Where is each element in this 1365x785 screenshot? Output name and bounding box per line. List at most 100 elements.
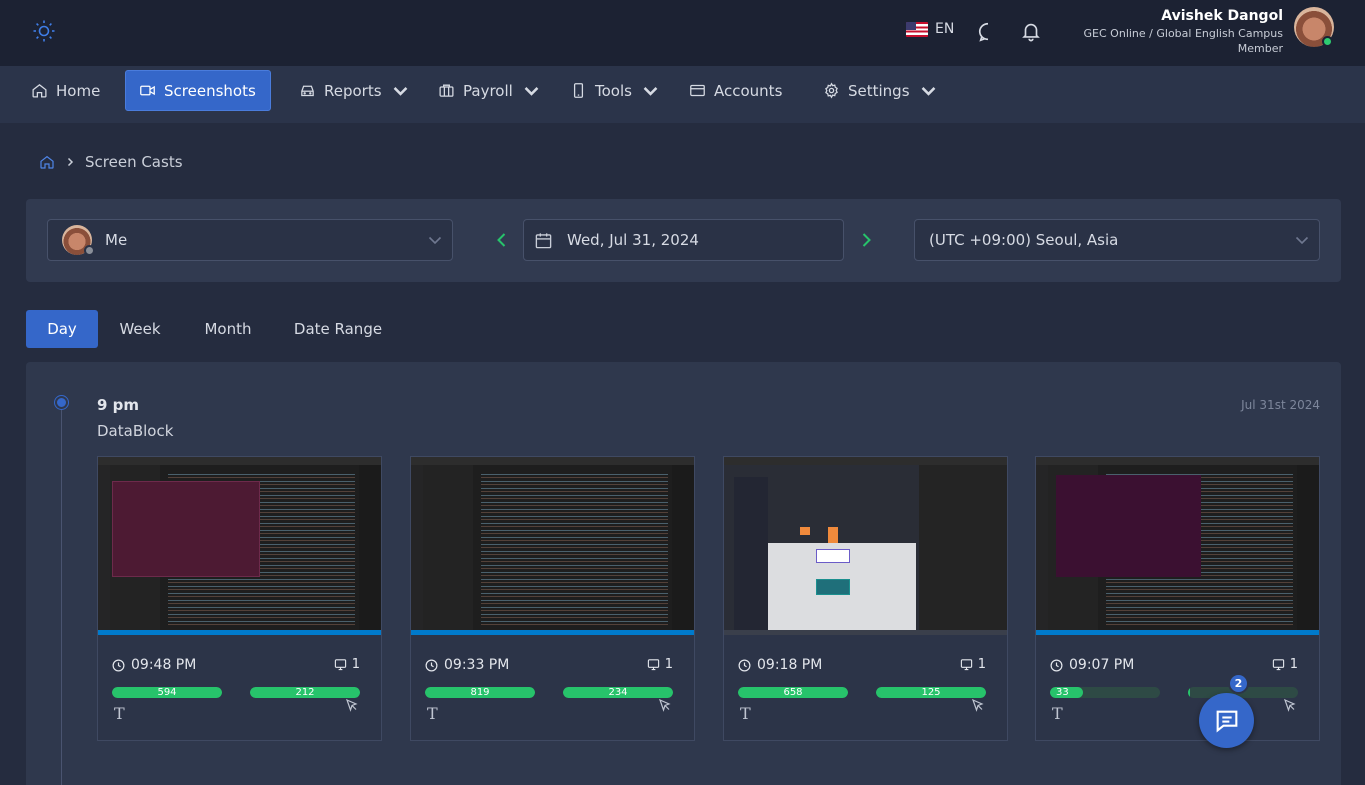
timeline-dot xyxy=(55,396,68,409)
video-camera-icon xyxy=(140,85,155,96)
mouse-activity-bar: 234 xyxy=(563,687,673,698)
phone-icon xyxy=(573,83,584,98)
mouse-cursor-icon xyxy=(1283,698,1296,712)
mouse-activity-bar: 125 xyxy=(876,687,986,698)
mouse-activity-fill xyxy=(1188,687,1191,698)
chat-unread-badge: 2 xyxy=(1228,673,1249,694)
nav-tools[interactable]: Tools xyxy=(557,70,672,111)
user-organization: GEC Online / Global English Campus Membe… xyxy=(1023,26,1283,56)
next-day-arrow-icon[interactable] xyxy=(857,231,875,249)
date-picker-value: Wed, Jul 31, 2024 xyxy=(567,231,699,249)
clock-icon xyxy=(112,659,125,671)
capture-time: 09:07 PM xyxy=(1050,657,1134,673)
capture-time: 09:18 PM xyxy=(738,657,822,673)
nav-settings-label: Settings xyxy=(848,81,910,100)
mouse-cursor-icon xyxy=(971,698,984,712)
user-name[interactable]: Avishek Dangol xyxy=(1161,8,1283,24)
nav-accounts-label: Accounts xyxy=(714,81,783,100)
screenshot-thumbnail[interactable] xyxy=(724,457,1007,635)
keyboard-text-icon: T xyxy=(740,704,751,723)
reports-icon xyxy=(301,85,314,97)
timezone-select[interactable]: (UTC +09:00) Seoul, Asia xyxy=(914,219,1320,261)
keyboard-text-icon: T xyxy=(114,704,125,723)
monitor-icon xyxy=(647,659,659,671)
capture-time: 09:48 PM xyxy=(112,657,196,673)
organization-name: GEC Online / Global English Campus xyxy=(1083,27,1283,40)
nav-home[interactable]: Home xyxy=(18,70,113,111)
mouse-activity-bar: 212 xyxy=(250,687,360,698)
nav-reports[interactable]: Reports xyxy=(286,70,422,111)
top-bar: EN Avishek Dangol GEC Online / Global En… xyxy=(0,0,1365,66)
screen-count: 1 xyxy=(960,657,986,672)
nav-screenshots-label: Screenshots xyxy=(164,81,256,100)
keyboard-activity-bar: 819 xyxy=(425,687,535,698)
tab-month[interactable]: Month xyxy=(192,310,264,348)
chevron-down-icon xyxy=(393,87,407,96)
gear-icon xyxy=(825,82,838,99)
capture-time-label: 09:18 PM xyxy=(757,657,823,673)
mouse-activity-count: 125 xyxy=(921,687,941,698)
timeline-line xyxy=(61,404,62,785)
breadcrumb: Screen Casts xyxy=(39,153,183,171)
language-label: EN xyxy=(935,21,955,37)
screenshot-thumbnail[interactable] xyxy=(411,457,694,635)
messages-icon[interactable] xyxy=(977,21,999,43)
chat-launcher-button[interactable] xyxy=(1199,693,1254,748)
monitor-icon xyxy=(334,659,346,671)
main-nav: Home Screenshots Reports Payroll Tools A… xyxy=(0,66,1365,123)
user-role: Member xyxy=(1237,42,1283,55)
capture-time-label: 09:07 PM xyxy=(1069,657,1135,673)
clock-icon xyxy=(425,659,438,671)
chevron-down-icon xyxy=(1295,236,1309,245)
keyboard-activity-bar: 594 xyxy=(112,687,222,698)
theme-toggle-sun-icon[interactable] xyxy=(32,19,56,43)
monitor-icon xyxy=(1272,659,1284,671)
clock-icon xyxy=(738,659,751,671)
member-select[interactable]: Me xyxy=(47,219,453,261)
tab-day[interactable]: Day xyxy=(26,310,98,348)
keyboard-activity-count: 658 xyxy=(783,687,803,698)
screenshot-thumbnail[interactable] xyxy=(1036,457,1319,635)
chevron-down-icon xyxy=(921,87,935,96)
calendar-icon xyxy=(535,232,552,248)
screen-count-label: 1 xyxy=(664,657,673,672)
capture-time: 09:33 PM xyxy=(425,657,509,673)
screenshot-card: 09:18 PM 1 658 125 T xyxy=(723,456,1008,741)
member-avatar xyxy=(62,225,95,256)
capture-time-label: 09:33 PM xyxy=(444,657,510,673)
briefcase-icon xyxy=(439,84,454,97)
filter-panel: Me Wed, Jul 31, 2024 (UTC +09:00) Seoul,… xyxy=(26,199,1341,282)
screenshot-card: 09:48 PM 1 594 212 T xyxy=(97,456,382,741)
clock-icon xyxy=(1050,659,1063,671)
nav-accounts[interactable]: Accounts xyxy=(676,70,795,111)
keyboard-text-icon: T xyxy=(1052,704,1063,723)
mouse-cursor-icon xyxy=(345,698,358,712)
screenshot-card: 09:33 PM 1 819 234 T xyxy=(410,456,695,741)
mouse-activity-count: 212 xyxy=(295,687,315,698)
member-select-value: Me xyxy=(105,231,128,249)
nav-settings[interactable]: Settings xyxy=(810,70,950,111)
home-icon[interactable] xyxy=(39,154,55,170)
mouse-activity-count: 234 xyxy=(608,687,628,698)
tab-date-range[interactable]: Date Range xyxy=(283,310,393,348)
project-name: DataBlock xyxy=(97,422,174,440)
nav-tools-label: Tools xyxy=(595,81,632,100)
screen-count-label: 1 xyxy=(1289,657,1298,672)
monitor-icon xyxy=(960,659,972,671)
screenshot-thumbnail[interactable] xyxy=(98,457,381,635)
card-icon xyxy=(690,84,705,97)
date-picker[interactable]: Wed, Jul 31, 2024 xyxy=(523,219,844,261)
timeline-date: Jul 31st 2024 xyxy=(1241,398,1320,412)
previous-day-arrow-icon[interactable] xyxy=(493,231,511,249)
keyboard-activity-bar: 33 xyxy=(1050,687,1160,698)
nav-payroll[interactable]: Payroll xyxy=(425,70,553,111)
tab-week[interactable]: Week xyxy=(108,310,172,348)
screen-count-label: 1 xyxy=(977,657,986,672)
chevron-down-icon xyxy=(428,236,442,245)
home-icon xyxy=(32,84,47,98)
keyboard-activity-count: 594 xyxy=(157,687,177,698)
language-selector[interactable]: EN xyxy=(906,21,954,37)
nav-screenshots[interactable]: Screenshots xyxy=(125,70,271,111)
chat-bubble-icon xyxy=(1216,710,1237,733)
nav-reports-label: Reports xyxy=(324,81,382,100)
